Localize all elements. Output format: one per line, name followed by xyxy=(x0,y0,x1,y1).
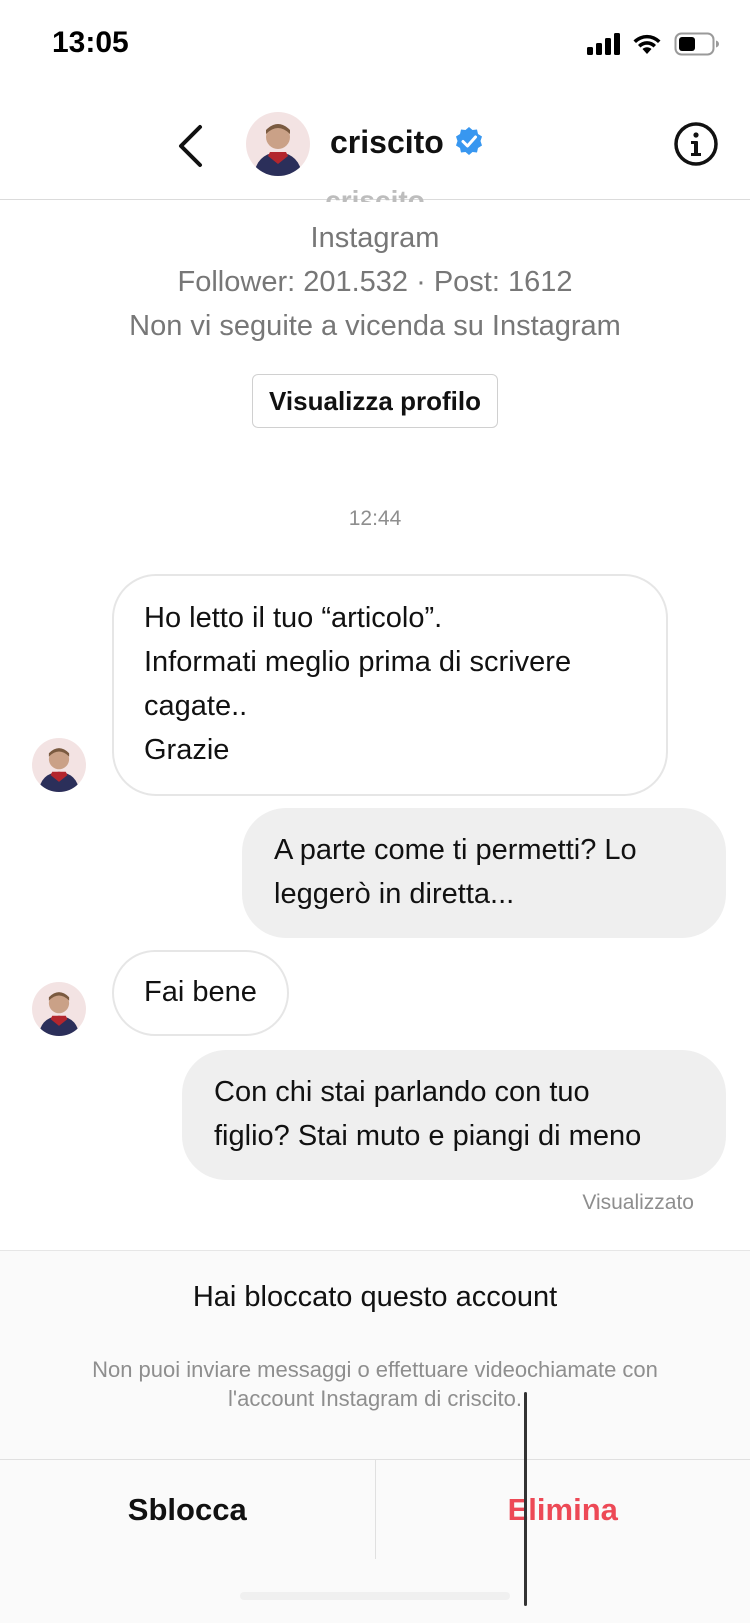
header-username[interactable]: criscito xyxy=(330,124,444,161)
message-text-line: leggerò in diretta... xyxy=(274,878,515,910)
delete-button[interactable]: Elimina xyxy=(376,1460,750,1559)
sender-avatar[interactable] xyxy=(32,738,86,792)
message-bubble-outgoing[interactable]: A parte come ti permetti? Lo leggerò in … xyxy=(242,808,726,938)
blocked-description-line: l'account Instagram di criscito. xyxy=(228,1386,522,1411)
drawn-stroke xyxy=(524,1392,527,1606)
info-button[interactable] xyxy=(672,120,720,168)
chat-header: criscito xyxy=(0,96,750,200)
verified-badge-icon xyxy=(454,126,484,161)
message-text-line: Fai bene xyxy=(144,976,257,1008)
message-bubble-outgoing[interactable]: Con chi stai parlando con tuo figlio? St… xyxy=(182,1050,726,1180)
view-profile-button[interactable]: Visualizza profilo xyxy=(252,374,498,428)
message-text-line: Ho letto il tuo “articolo”. xyxy=(144,602,443,634)
message-text-line: A parte come ti permetti? Lo xyxy=(274,834,637,866)
blocked-title: Hai bloccato questo account xyxy=(192,1281,558,1313)
message-text-line: Con chi stai parlando con tuo xyxy=(214,1076,590,1108)
info-icon xyxy=(674,122,718,166)
header-avatar[interactable] xyxy=(246,112,310,176)
message-text-line: figlio? Stai muto e piangi di meno xyxy=(214,1120,642,1152)
profile-card: criscito Instagram Follower: 201.532 · P… xyxy=(0,186,750,428)
message-timestamp: 12:44 xyxy=(348,507,402,530)
back-chevron-icon xyxy=(179,125,202,167)
battery-icon xyxy=(674,32,720,56)
home-indicator[interactable] xyxy=(240,1592,510,1600)
profile-relationship: Non vi seguite a vicenda su Instagram xyxy=(129,310,621,342)
blocked-account-panel: Hai bloccato questo account Non puoi inv… xyxy=(0,1250,750,1623)
wifi-icon xyxy=(632,33,662,55)
seen-status: Visualizzato xyxy=(582,1191,694,1214)
profile-name-partial: criscito xyxy=(325,186,425,202)
blocked-description: Non puoi inviare messaggi o effettuare v… xyxy=(40,1355,710,1413)
status-bar: 13:05 xyxy=(0,0,750,96)
profile-platform: Instagram xyxy=(310,222,440,254)
message-bubble-incoming[interactable]: Fai bene xyxy=(112,950,289,1036)
blocked-description-line: Non puoi inviare messaggi o effettuare v… xyxy=(92,1357,658,1382)
message-text-line: cagate.. xyxy=(144,690,248,722)
profile-stats: Follower: 201.532 · Post: 1612 xyxy=(177,266,573,298)
unblock-button[interactable]: Sblocca xyxy=(0,1460,376,1559)
status-icons xyxy=(587,32,720,56)
sender-avatar[interactable] xyxy=(32,982,86,1036)
blocked-actions: Sblocca Elimina xyxy=(0,1459,750,1559)
status-time: 13:05 xyxy=(52,26,129,59)
message-bubble-incoming[interactable]: Ho letto il tuo “articolo”. Informati me… xyxy=(112,574,668,796)
back-button[interactable] xyxy=(168,118,212,174)
message-text-line: Grazie xyxy=(144,734,230,766)
message-text-line: Informati meglio prima di scrivere xyxy=(144,646,572,678)
cellular-signal-icon xyxy=(587,33,620,55)
